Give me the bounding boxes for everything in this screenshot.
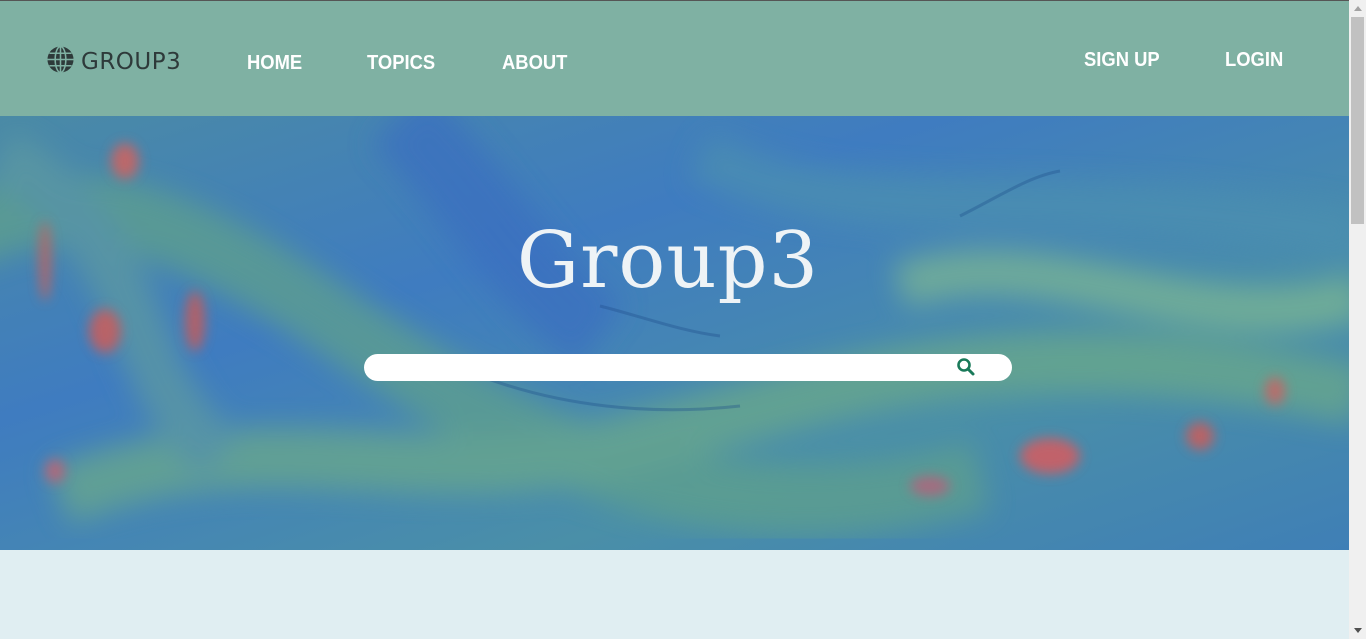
scrollbar-thumb[interactable]	[1351, 17, 1364, 224]
hero-banner: Group3	[0, 116, 1349, 550]
page: GROUP3 HOME TOPICS ABOUT SIGN UP LOGIN G…	[0, 0, 1366, 639]
search-bar	[364, 354, 1012, 381]
main-content-area	[0, 550, 1349, 639]
vertical-scrollbar[interactable]	[1349, 0, 1366, 639]
nav-topics-link[interactable]: TOPICS	[367, 52, 435, 75]
hero-title: Group3	[516, 216, 820, 306]
brand-logo[interactable]: GROUP3	[46, 45, 181, 79]
search-input[interactable]	[380, 357, 944, 380]
scroll-down-arrow-icon[interactable]	[1349, 622, 1366, 639]
navbar: GROUP3 HOME TOPICS ABOUT SIGN UP LOGIN	[0, 1, 1349, 116]
scroll-up-arrow-icon[interactable]	[1349, 0, 1366, 17]
nav-home-link[interactable]: HOME	[247, 52, 302, 75]
hero-background-painting	[0, 116, 1349, 550]
nav-login-link[interactable]: LOGIN	[1225, 49, 1283, 72]
nav-signup-link[interactable]: SIGN UP	[1084, 49, 1160, 72]
nav-about-link[interactable]: ABOUT	[502, 52, 567, 75]
brand-name: GROUP3	[81, 49, 182, 75]
globe-icon	[46, 45, 75, 79]
search-icon[interactable]	[956, 357, 976, 377]
